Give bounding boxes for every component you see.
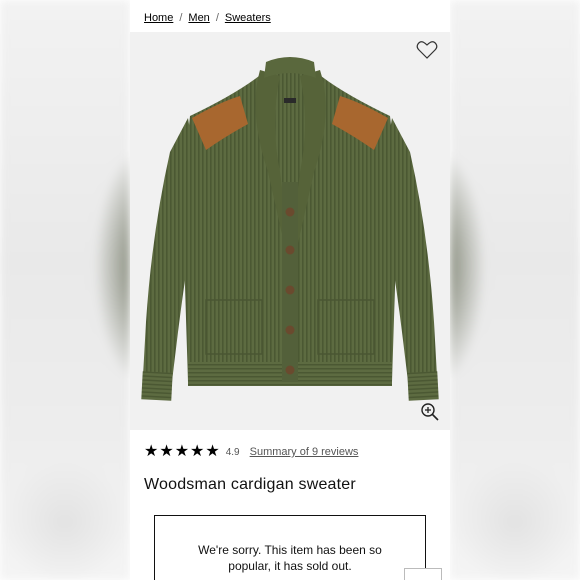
breadcrumb-home[interactable]: Home: [144, 12, 173, 24]
star-icon: ★: [174, 443, 190, 460]
floating-button[interactable]: [404, 568, 442, 580]
sold-out-notice: We're sorry. This item has been so popul…: [154, 515, 426, 580]
zoom-in-icon: [421, 403, 439, 421]
rating-row: ★ ★ ★ ★ ★ 4.9 Summary of 9 reviews: [144, 443, 358, 461]
product-page: Home / Men / Sweaters ★ ★ ★ ★ ★ 4.9 Summ…: [130, 0, 450, 580]
sold-out-message: We're sorry. This item has been so popul…: [198, 543, 382, 573]
breadcrumb-separator: /: [215, 12, 219, 24]
sweater-image: [141, 57, 439, 401]
star-icon: ★: [190, 443, 205, 460]
blurred-backdrop-right: [450, 0, 580, 580]
favorite-button[interactable]: [416, 40, 438, 60]
product-image[interactable]: [130, 32, 450, 430]
star-icon: ★: [159, 443, 174, 460]
heart-icon: [416, 41, 438, 59]
zoom-button[interactable]: [420, 402, 440, 422]
breadcrumb-separator: /: [179, 12, 183, 24]
reviews-summary-link[interactable]: Summary of 9 reviews: [250, 446, 359, 458]
breadcrumb-men[interactable]: Men: [188, 12, 209, 24]
star-rating: ★ ★ ★ ★ ★: [144, 444, 220, 460]
rating-value: 4.9: [225, 446, 240, 458]
blurred-backdrop-left: [0, 0, 130, 580]
product-title: Woodsman cardigan sweater: [144, 476, 356, 493]
breadcrumb-sweaters[interactable]: Sweaters: [225, 12, 271, 24]
breadcrumb: Home / Men / Sweaters: [144, 10, 271, 26]
star-icon: ★: [144, 443, 159, 460]
star-icon: ★: [205, 443, 220, 460]
